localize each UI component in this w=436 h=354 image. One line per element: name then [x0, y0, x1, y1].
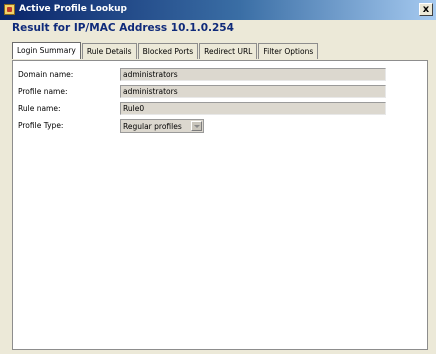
rule-name-row: Rule name: Rule0: [13, 102, 427, 116]
tab-rule-details[interactable]: Rule Details: [81, 43, 137, 59]
rule-name-field[interactable]: Rule0: [120, 102, 386, 115]
rule-name-label: Rule name:: [18, 104, 61, 113]
window-title: Active Profile Lookup: [19, 4, 127, 14]
profile-type-label: Profile Type:: [18, 121, 64, 130]
profile-type-select[interactable]: Regular profiles: [120, 119, 204, 133]
domain-name-label: Domain name:: [18, 70, 74, 79]
tab-filter-options[interactable]: Filter Options: [258, 43, 319, 59]
profile-type-row: Profile Type: Regular profiles: [13, 119, 427, 133]
title-bar[interactable]: Active Profile Lookup x: [0, 0, 436, 20]
profile-name-row: Profile name: administrators: [13, 85, 427, 99]
tab-blocked-ports[interactable]: Blocked Ports: [137, 43, 199, 59]
profile-name-field[interactable]: administrators: [120, 85, 386, 98]
profile-type-value: Regular profiles: [123, 122, 182, 131]
domain-name-field[interactable]: administrators: [120, 68, 386, 81]
chevron-down-icon[interactable]: [191, 121, 202, 131]
close-icon[interactable]: x: [419, 3, 433, 16]
tab-redirect-url[interactable]: Redirect URL: [199, 43, 258, 59]
profile-lookup-icon: [4, 4, 15, 15]
domain-name-row: Domain name: administrators: [13, 68, 427, 82]
tab-login-summary[interactable]: Login Summary: [12, 42, 81, 59]
profile-name-label: Profile name:: [18, 87, 68, 96]
active-profile-lookup-window: Active Profile Lookup x Result for IP/MA…: [0, 0, 436, 354]
tab-bar: Login Summary Rule Details Blocked Ports…: [12, 42, 319, 60]
page-title: Result for IP/MAC Address 10.1.0.254: [12, 22, 234, 34]
login-summary-panel: Domain name: administrators Profile name…: [12, 60, 428, 350]
